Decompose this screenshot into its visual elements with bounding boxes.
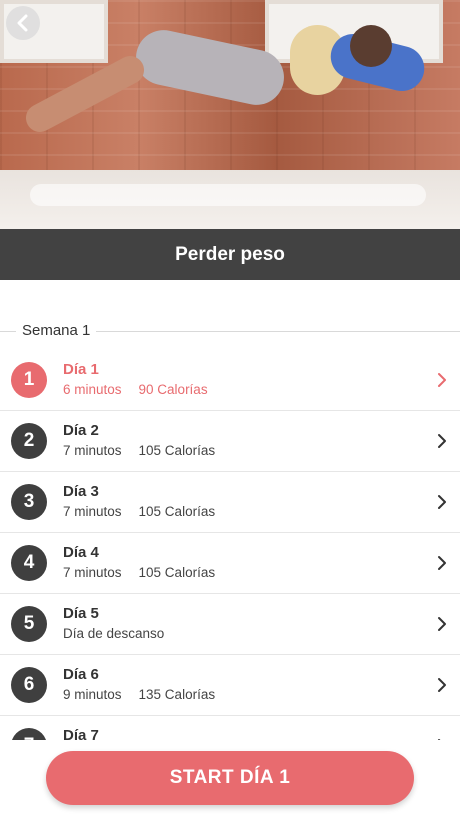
hero-figure bbox=[350, 25, 392, 67]
chevron-right-icon bbox=[438, 678, 446, 692]
list-item[interactable]: 3 Día 3 7 minutos 105 Calorías bbox=[0, 472, 460, 533]
day-calories: 105 Calorías bbox=[138, 565, 216, 580]
day-number-badge: 6 bbox=[11, 667, 47, 703]
chevron-right-icon bbox=[438, 739, 441, 740]
week-label: Semana 1 bbox=[16, 322, 97, 339]
day-title: Día 1 bbox=[63, 361, 99, 378]
day-meta: 7 minutos 105 Calorías bbox=[63, 504, 215, 519]
day-title: Día 3 bbox=[63, 483, 99, 500]
week-header: Semana 1 bbox=[0, 320, 460, 342]
day-duration: 6 minutos bbox=[63, 382, 122, 397]
day-title: Día 4 bbox=[63, 544, 99, 561]
day-meta: 7 minutos 105 Calorías bbox=[63, 565, 215, 580]
rest-day-label: Día de descanso bbox=[63, 626, 165, 641]
day-number-badge: 1 bbox=[11, 362, 47, 398]
chevron-right-icon bbox=[438, 617, 446, 631]
page-title: Perder peso bbox=[0, 229, 460, 280]
list-item[interactable]: 5 Día 5 Día de descanso bbox=[0, 594, 460, 655]
list-item[interactable]: 6 Día 6 9 minutos 135 Calorías bbox=[0, 655, 460, 716]
day-title: Día 2 bbox=[63, 422, 99, 439]
chevron-right-icon bbox=[438, 373, 446, 387]
start-day-button[interactable]: START DÍA 1 bbox=[46, 751, 414, 805]
hero-image bbox=[0, 0, 460, 229]
day-calories: 135 Calorías bbox=[138, 687, 216, 702]
day-number-badge: 3 bbox=[11, 484, 47, 520]
chevron-right-icon bbox=[438, 556, 446, 570]
day-number-badge: 7 bbox=[11, 728, 47, 740]
chevron-left-icon bbox=[17, 14, 28, 32]
hero-mat bbox=[30, 184, 426, 206]
day-title: Día 7 bbox=[63, 727, 99, 740]
chevron-right-icon bbox=[438, 434, 446, 448]
day-calories: 105 Calorías bbox=[138, 443, 216, 458]
day-meta: 9 minutos 135 Calorías bbox=[63, 687, 215, 702]
day-meta: 6 minutos 90 Calorías bbox=[63, 382, 208, 397]
list-item[interactable]: 2 Día 2 7 minutos 105 Calorías bbox=[0, 411, 460, 472]
day-title: Día 5 bbox=[63, 605, 99, 622]
day-calories: 90 Calorías bbox=[138, 382, 208, 397]
day-number-badge: 4 bbox=[11, 545, 47, 581]
list-item[interactable]: 7 Día 7 bbox=[0, 716, 460, 740]
day-duration: 7 minutos bbox=[63, 565, 122, 580]
day-number-badge: 2 bbox=[11, 423, 47, 459]
day-duration: 9 minutos bbox=[63, 687, 122, 702]
day-title: Día 6 bbox=[63, 666, 99, 683]
day-number-badge: 5 bbox=[11, 606, 47, 642]
day-meta: 7 minutos 105 Calorías bbox=[63, 443, 215, 458]
day-meta: Día de descanso bbox=[63, 626, 164, 641]
day-duration: 7 minutos bbox=[63, 504, 122, 519]
day-duration: 7 minutos bbox=[63, 443, 122, 458]
day-calories: 105 Calorías bbox=[138, 504, 216, 519]
chevron-right-icon bbox=[438, 495, 446, 509]
day-list: 1 Día 1 6 minutos 90 Calorías 2 Día 2 7 minuto… bbox=[0, 350, 460, 740]
back-button[interactable] bbox=[6, 6, 40, 40]
list-item[interactable]: 4 Día 4 7 minutos 105 Calorías bbox=[0, 533, 460, 594]
list-item[interactable]: 1 Día 1 6 minutos 90 Calorías bbox=[0, 350, 460, 411]
